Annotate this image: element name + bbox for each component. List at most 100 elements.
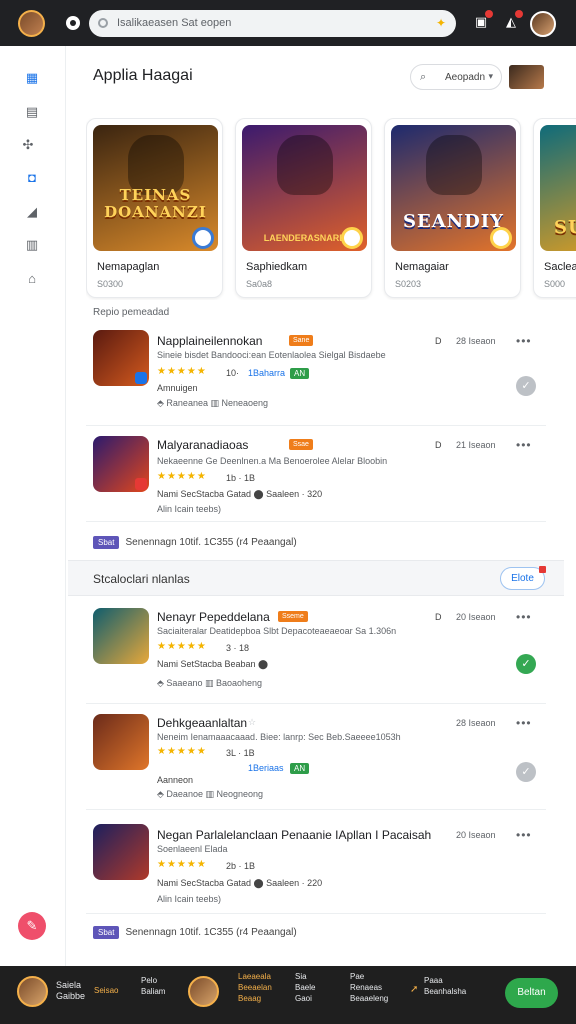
- puzzle-icon[interactable]: ✣: [20, 137, 36, 153]
- card-name: Saphiedkam: [246, 261, 308, 273]
- app-title: Napplaineilennokan: [157, 334, 263, 348]
- bolt-icon: ➚: [410, 984, 419, 995]
- home-icon[interactable]: ⌂: [24, 271, 40, 287]
- bottom-label-3[interactable]: Laeaeala Beeaelan Beaag: [238, 971, 272, 1004]
- card-badge-icon: [490, 227, 512, 249]
- more-icon[interactable]: •••: [516, 334, 532, 348]
- primary-action-button[interactable]: Beltan: [505, 978, 558, 1008]
- creator-avatar[interactable]: [188, 976, 219, 1007]
- sort-dropdown[interactable]: ⌕ Aeopadn ▾: [410, 64, 502, 90]
- chat-icon[interactable]: ◘: [24, 170, 40, 186]
- compose-icon[interactable]: ✎: [18, 912, 46, 940]
- app-meta: ⬘ Raneanea ▥ Neneaoeng: [157, 398, 269, 408]
- app-subtitle: Nami SetStacba Beaban ⬤: [157, 659, 269, 669]
- search-icon: ⌕: [420, 71, 427, 83]
- bottom-bar: Saiela Gaibbe Seisao Pelo Baliam Laeaeal…: [0, 966, 576, 1024]
- storage-chip: Sbat: [93, 536, 120, 549]
- user-avatar[interactable]: [17, 976, 48, 1007]
- bottom-label-2[interactable]: Pelo Baliam: [141, 975, 165, 997]
- bottom-label-4[interactable]: Sia Baele Gaoi: [295, 971, 315, 1004]
- circle-icon[interactable]: [66, 16, 80, 30]
- list-item[interactable]: Malyaranadiaoas Ssae Nekaeenne Ge Deenln…: [86, 426, 546, 522]
- tag-label: 1Baharra: [248, 368, 286, 378]
- app-icon: [93, 714, 149, 770]
- app-subtitle: Aanneon: [157, 775, 194, 785]
- install-state-icon[interactable]: ✓: [516, 376, 536, 396]
- card-art-title: SU: [554, 217, 576, 238]
- app-meta: ⬘ Daeanoe ▥ Neogneong: [157, 789, 264, 799]
- bottom-label-6[interactable]: Paaa Beanhalsha: [424, 975, 466, 997]
- install-state-icon[interactable]: ✓: [516, 762, 536, 782]
- inbox-icon[interactable]: ▣: [474, 10, 493, 30]
- rating-value: 3L · 1B: [226, 748, 255, 758]
- more-icon[interactable]: •••: [516, 716, 532, 730]
- app-time: 20 Iseaon: [456, 612, 496, 622]
- app-time: 28 Iseaon: [456, 718, 496, 728]
- calendar-icon[interactable]: ▤: [24, 104, 40, 120]
- user-name: Saiela Gaibbe: [56, 980, 86, 1001]
- top-bar: Isalikaeasen Sat eopen ✦ ▣ ◭: [0, 0, 576, 46]
- card-meta: Sa0a8: [246, 279, 273, 289]
- star-icon[interactable]: ✦: [436, 16, 446, 30]
- bottom-label-5[interactable]: Pae Renaeas Beaaeleng: [350, 971, 388, 1004]
- left-rail: ▦ ▤ ✣ ◘ ◢ ▥ ⌂ ✎: [0, 46, 66, 966]
- list-item[interactable]: Dehkgeaanlaltan ☆ Neneim Ienamaaacaaad. …: [86, 704, 546, 810]
- notifications-icon[interactable]: ◭: [504, 10, 523, 30]
- search-bar[interactable]: Isalikaeasen Sat eopen ✦: [89, 10, 456, 37]
- rating-stars: ★★★★★: [157, 366, 207, 377]
- app-title: Dehkgeaanlaltan: [157, 716, 248, 730]
- rating-value: 2b · 1B: [226, 861, 256, 871]
- user-avatar[interactable]: [530, 11, 556, 37]
- app-subtitle: Nami SecStacba Gatad ⬤ Saaleen · 220: [157, 878, 323, 888]
- storage-text: Senennagn 10tif. 1C355 (r4 Peaangal): [125, 927, 297, 938]
- card-name: Nemapaglan: [97, 261, 160, 273]
- favorite-icon[interactable]: ☆: [248, 717, 256, 728]
- platform-badge-icon: [135, 372, 147, 384]
- featured-card[interactable]: SEANDIY Nemagaiar S0203: [384, 118, 521, 298]
- storage-info: Sbat Senennagn 10tif. 1C355 (r4 Peaangal): [93, 536, 297, 549]
- app-meta: Alin Icain teebs): [157, 894, 222, 904]
- storage-text: Senennagn 10tif. 1C355 (r4 Peaangal): [125, 537, 297, 548]
- featured-card[interactable]: TEINAS DOANANZI Nemapaglan S0300: [86, 118, 223, 298]
- app-description: Soenlaeenl Elada: [157, 844, 228, 854]
- storage-info: Sbat Senennagn 10tif. 1C355 (r4 Peaangal): [93, 926, 297, 939]
- app-time: 21 Iseaon: [456, 440, 496, 450]
- section-action-button[interactable]: Elote: [500, 566, 546, 590]
- list-item[interactable]: Negan Parlalelanclaan Penaanie IApllan I…: [86, 810, 546, 914]
- card-badge-icon: [341, 227, 363, 249]
- app-icon: [93, 436, 149, 492]
- grid-icon[interactable]: ▥: [24, 237, 40, 253]
- bottom-label-1[interactable]: Seisao: [94, 985, 118, 996]
- app-subtitle: Amnuigen: [157, 383, 198, 393]
- header-thumbnail[interactable]: [509, 65, 544, 89]
- app-time: 20 Iseaon: [456, 830, 496, 840]
- more-icon[interactable]: •••: [516, 610, 532, 624]
- app-icon: [93, 330, 149, 386]
- app-time: 28 Iseaon: [456, 336, 496, 346]
- profile-avatar[interactable]: [18, 10, 45, 37]
- app-description: Nekaeenne Ge Deenlnen.a Ma Benoerolee Al…: [157, 456, 388, 466]
- more-icon[interactable]: •••: [516, 438, 532, 452]
- status-badge: Sane: [289, 335, 314, 346]
- status-badge: Sseme: [278, 611, 308, 622]
- rating-stars: ★★★★★: [157, 746, 207, 757]
- inbox-badge: [485, 10, 493, 18]
- apps-icon[interactable]: ▦: [24, 70, 40, 86]
- app-count: D: [435, 440, 442, 450]
- search-input[interactable]: Isalikaeasen Sat eopen: [117, 17, 231, 29]
- status-badge: Ssae: [289, 439, 313, 450]
- installed-check-icon[interactable]: ✓: [516, 654, 536, 674]
- section-header: Stcaloclari nlanlas Elote: [68, 560, 564, 596]
- list-item[interactable]: Nenayr Pepeddelana Sseme Saciaiteralar D…: [86, 598, 546, 704]
- section-title: Stcaloclari nlanlas: [93, 572, 190, 586]
- tag-label: 1Beriaas: [248, 763, 284, 773]
- list-item[interactable]: Napplaineilennokan Sane Sineie bisdet Ba…: [86, 322, 546, 426]
- trend-icon[interactable]: ◢: [24, 204, 40, 220]
- sort-label: Aeopadn: [445, 72, 486, 83]
- featured-card[interactable]: SU Saclea S000: [533, 118, 576, 298]
- tag-pill: AN: [290, 763, 310, 774]
- section-action-label: Elote: [511, 573, 534, 584]
- more-icon[interactable]: •••: [516, 828, 532, 842]
- app-icon: [93, 824, 149, 880]
- featured-card[interactable]: LAENDERASNARE Saphiedkam Sa0a8: [235, 118, 372, 298]
